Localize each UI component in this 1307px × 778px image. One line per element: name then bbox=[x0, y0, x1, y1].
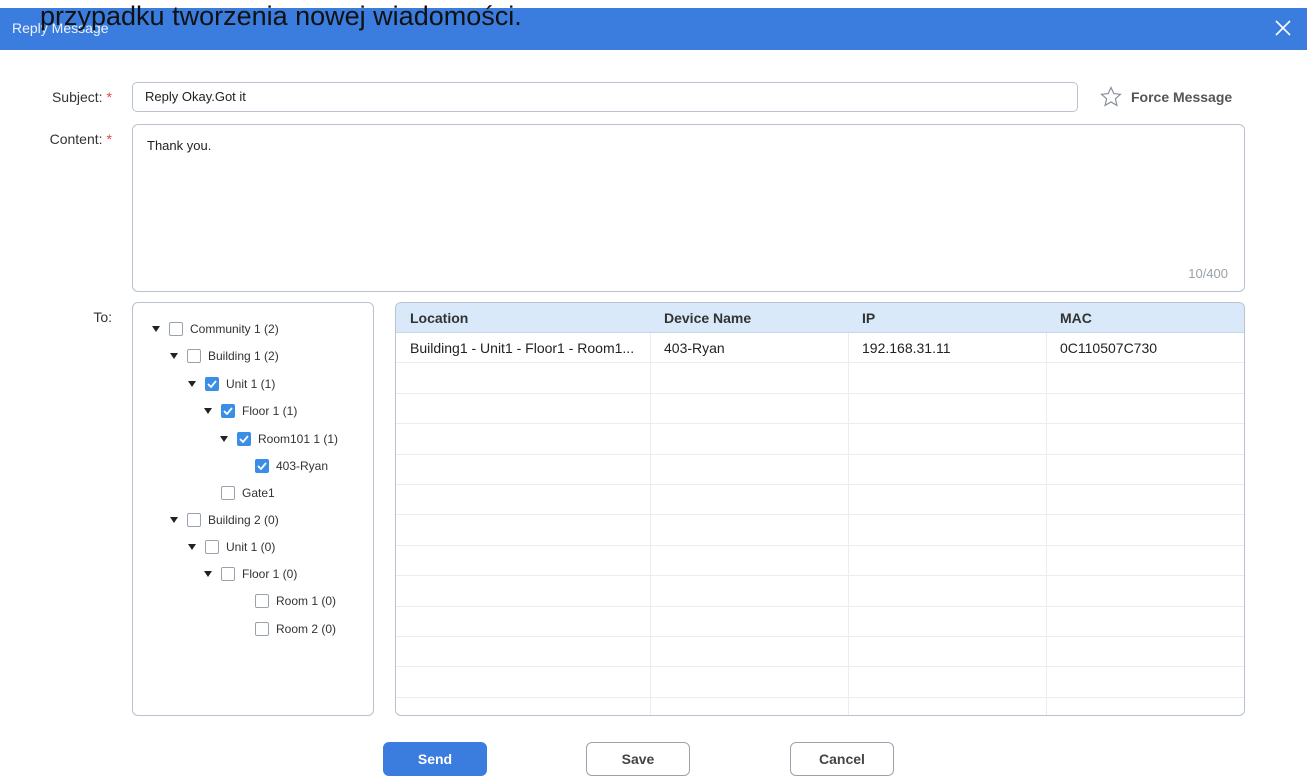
tree-node[interactable]: Room 2 (0) bbox=[237, 619, 336, 639]
check-icon bbox=[207, 380, 217, 388]
send-button[interactable]: Send bbox=[383, 742, 487, 776]
table-row bbox=[396, 424, 1244, 455]
table-row bbox=[396, 363, 1244, 394]
caret-down-icon[interactable] bbox=[151, 324, 161, 334]
caret-down-icon[interactable] bbox=[169, 351, 179, 361]
force-message-toggle[interactable]: Force Message bbox=[1099, 85, 1232, 109]
checkbox-checked[interactable] bbox=[255, 459, 269, 473]
checkbox-checked[interactable] bbox=[205, 377, 219, 391]
table-row bbox=[396, 455, 1244, 485]
to-label: To: bbox=[93, 309, 112, 325]
checkbox-checked[interactable] bbox=[237, 432, 251, 446]
caret-down-icon[interactable] bbox=[219, 434, 229, 444]
tree-node[interactable]: Community 1 (2) bbox=[151, 319, 279, 339]
tree-node-label: Room 1 (0) bbox=[276, 594, 337, 608]
table-row bbox=[396, 607, 1244, 637]
table-row bbox=[396, 576, 1244, 607]
table-row bbox=[396, 515, 1244, 546]
table-cell: 0C110507C730 bbox=[1060, 340, 1158, 356]
content-text: Thank you. bbox=[147, 138, 212, 153]
checkbox[interactable] bbox=[221, 567, 235, 581]
tree-node[interactable]: Unit 1 (0) bbox=[187, 537, 275, 557]
check-icon bbox=[239, 435, 249, 443]
checkbox[interactable] bbox=[187, 513, 201, 527]
force-message-label: Force Message bbox=[1131, 89, 1233, 105]
table-cell: Building1 - Unit1 - Floor1 - Room1... bbox=[410, 340, 635, 356]
content-label: Content: * bbox=[49, 131, 112, 147]
tree-node[interactable]: Room 1 (0) bbox=[237, 591, 336, 611]
tree-node[interactable]: Floor 1 (0) bbox=[203, 564, 297, 584]
checkbox[interactable] bbox=[187, 349, 201, 363]
tree-node[interactable]: Unit 1 (1) bbox=[187, 374, 275, 394]
caret-down-icon[interactable] bbox=[187, 379, 197, 389]
tree-node[interactable]: Building 2 (0) bbox=[169, 510, 279, 530]
caret-down-icon[interactable] bbox=[169, 515, 179, 525]
tree-node[interactable]: Room101 1 (1) bbox=[219, 429, 338, 449]
char-counter: 10/400 bbox=[1188, 266, 1228, 281]
recipient-tree: Community 1 (2) Building 1 (2) Unit 1 (1) F… bbox=[132, 302, 374, 716]
tree-node-label: Floor 1 (0) bbox=[242, 567, 298, 581]
tree-node[interactable]: Building 1 (2) bbox=[169, 346, 279, 366]
table-row bbox=[396, 637, 1244, 668]
table-row bbox=[396, 667, 1244, 698]
table-row bbox=[396, 485, 1244, 516]
star-icon bbox=[1100, 86, 1122, 107]
table-row[interactable]: Building1 - Unit1 - Floor1 - Room1... 403… bbox=[396, 333, 1244, 364]
tree-node-label: Room101 1 (1) bbox=[258, 432, 339, 446]
tree-node-label: Gate1 bbox=[242, 486, 275, 500]
tree-node-label: Community 1 (2) bbox=[190, 322, 279, 336]
table-cell: 192.168.31.11 bbox=[862, 340, 951, 356]
tree-node[interactable]: 403-Ryan bbox=[237, 456, 328, 476]
device-table: Location Device Name IP MAC Building1 - Uni… bbox=[395, 302, 1245, 716]
table-header: Location Device Name IP MAC bbox=[396, 303, 1244, 333]
cancel-button[interactable]: Cancel bbox=[790, 742, 894, 776]
required-mark: * bbox=[106, 89, 112, 105]
table-cell: 403-Ryan bbox=[664, 340, 725, 356]
checkbox[interactable] bbox=[169, 322, 183, 336]
checkbox[interactable] bbox=[205, 540, 219, 554]
tree-node[interactable]: Gate1 bbox=[203, 483, 275, 503]
caret-down-icon[interactable] bbox=[187, 542, 197, 552]
checkbox[interactable] bbox=[221, 486, 235, 500]
table-row bbox=[396, 394, 1244, 425]
column-header[interactable]: Device Name bbox=[650, 303, 751, 333]
required-mark: * bbox=[106, 131, 112, 147]
tree-node-label: Building 2 (0) bbox=[208, 513, 279, 527]
tree-node-label: Unit 1 (0) bbox=[226, 540, 276, 554]
tree-node[interactable]: Floor 1 (1) bbox=[203, 401, 297, 421]
subject-input[interactable]: Reply Okay.Got it bbox=[132, 82, 1078, 112]
caret-down-icon[interactable] bbox=[203, 406, 213, 416]
column-header[interactable]: IP bbox=[848, 303, 875, 333]
tree-node-label: Unit 1 (1) bbox=[226, 377, 276, 391]
tree-node-label: Building 1 (2) bbox=[208, 349, 279, 363]
caret-down-icon[interactable] bbox=[203, 569, 213, 579]
content-textarea[interactable]: Thank you. 10/400 bbox=[132, 124, 1245, 292]
tree-node-label: 403-Ryan bbox=[276, 459, 329, 473]
check-icon bbox=[257, 462, 267, 470]
close-icon bbox=[1275, 20, 1291, 36]
overlay-caption: przypadku tworzenia nowej wiadomości. bbox=[40, 1, 522, 31]
check-icon bbox=[223, 407, 233, 415]
checkbox-checked[interactable] bbox=[221, 404, 235, 418]
column-header[interactable]: Location bbox=[396, 303, 468, 333]
subject-label: Subject: * bbox=[51, 89, 112, 105]
checkbox[interactable] bbox=[255, 594, 269, 608]
table-row bbox=[396, 546, 1244, 577]
tree-node-label: Floor 1 (1) bbox=[242, 404, 298, 418]
close-button[interactable] bbox=[1269, 14, 1297, 42]
checkbox[interactable] bbox=[255, 622, 269, 636]
save-button[interactable]: Save bbox=[586, 742, 690, 776]
column-header[interactable]: MAC bbox=[1046, 303, 1092, 333]
tree-node-label: Room 2 (0) bbox=[276, 622, 337, 636]
